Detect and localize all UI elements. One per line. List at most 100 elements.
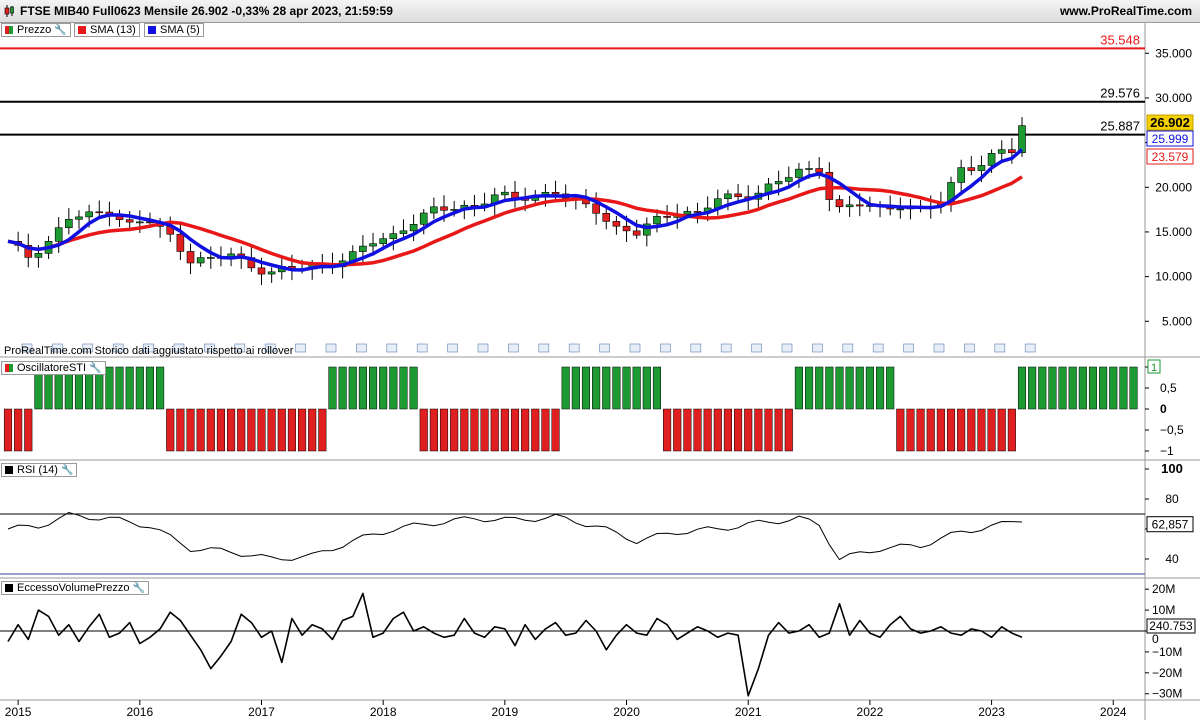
sti-bar[interactable] [987,408,996,452]
event-marker-icon[interactable] [629,343,641,353]
evp-line[interactable] [7,592,1023,697]
sti-bar[interactable] [338,366,347,410]
sti-pane[interactable]: 10,5 0 −0,5 −1 [3,359,1184,458]
rsi-line[interactable] [7,511,1023,561]
sti-bar[interactable] [480,408,489,452]
sti-bar[interactable] [135,366,144,410]
event-marker-icon[interactable] [568,343,580,353]
candle-body[interactable] [592,203,600,214]
sti-bar[interactable] [267,408,276,452]
candle-body[interactable] [359,245,367,252]
sti-bar[interactable] [622,366,631,410]
event-marker-icon[interactable] [781,343,793,353]
chart-area[interactable]: 5.00010.00015.00020.00025.00030.00035.00… [0,22,1200,720]
sti-bar[interactable] [774,408,783,452]
sti-bar[interactable] [967,408,976,452]
event-marker-icon[interactable] [964,343,975,353]
candle-body[interactable] [399,230,408,234]
sti-bar[interactable] [206,408,215,452]
sti-bar[interactable] [1058,366,1067,410]
sti-bar[interactable] [744,408,753,452]
sti-bar[interactable] [1119,366,1128,410]
candle-body[interactable] [683,211,692,215]
event-marker-icon[interactable] [599,343,610,353]
sti-bar[interactable] [734,408,743,452]
candle-body[interactable] [774,181,783,185]
sti-bar[interactable] [592,366,601,410]
wrench-icon[interactable]: 🔧 [54,25,66,36]
sti-bar[interactable] [14,408,23,452]
legend-sti[interactable]: OscillatoreSTI 🔧 [1,361,106,375]
sti-bar[interactable] [916,408,925,452]
candle-body[interactable] [409,224,418,232]
sti-bar[interactable] [1068,366,1077,410]
sti-bar[interactable] [318,408,327,452]
event-marker-icon[interactable] [325,343,337,353]
sti-bar[interactable] [216,408,225,452]
sti-bar[interactable] [460,408,469,452]
candle-body[interactable] [957,167,965,183]
wrench-icon[interactable]: 🔧 [61,465,73,476]
event-marker-icon[interactable] [416,343,428,353]
sti-bar[interactable] [1109,366,1118,410]
candle-body[interactable] [977,165,986,171]
sti-bar[interactable] [450,408,459,452]
sti-bar[interactable] [632,366,641,410]
sti-bar[interactable] [855,366,864,410]
sti-bar[interactable] [348,366,357,410]
sti-bar[interactable] [794,366,803,410]
sti-bar[interactable] [977,408,986,452]
event-marker-icon[interactable] [872,343,884,353]
sti-bar[interactable] [926,408,935,452]
candle-body[interactable] [855,204,864,207]
candle-body[interactable] [551,192,560,195]
sti-bar[interactable] [166,408,175,452]
candle-body[interactable] [501,191,509,196]
candle-body[interactable] [379,238,387,244]
wrench-icon[interactable]: 🔧 [133,583,145,594]
candle-body[interactable] [54,227,63,242]
event-marker-icon[interactable] [447,343,458,353]
candle-body[interactable] [267,271,276,275]
candle-body[interactable] [734,193,742,197]
event-marker-icon[interactable] [994,343,1006,353]
sti-bar[interactable] [105,366,114,410]
sti-bar[interactable] [186,408,195,452]
sti-bar[interactable] [145,366,155,410]
candle-body[interactable] [784,177,793,182]
sti-bar[interactable] [723,408,732,452]
wrench-icon[interactable]: 🔧 [89,363,101,374]
sti-bar[interactable] [389,366,398,410]
event-marker-icon[interactable] [477,343,489,353]
sti-bar[interactable] [703,408,712,452]
candle-body[interactable] [795,168,803,178]
event-marker-icon[interactable] [538,343,550,353]
legend-price[interactable]: Prezzo 🔧 [1,23,71,37]
sti-bar[interactable] [815,366,824,410]
candle-body[interactable] [967,167,976,171]
event-marker-icon[interactable] [660,343,671,353]
sti-bar[interactable] [1078,366,1087,410]
candle-body[interactable] [997,149,1006,154]
brand-link[interactable]: www.ProRealTime.com [1060,4,1192,18]
sti-bar[interactable] [3,408,13,452]
candle-body[interactable] [95,211,104,214]
event-marker-icon[interactable] [508,343,519,353]
candle-body[interactable] [85,211,93,218]
sti-bar[interactable] [642,366,651,410]
event-marker-icon[interactable] [356,343,367,353]
sti-bar[interactable] [612,366,621,410]
sti-bar[interactable] [419,408,428,452]
sti-bar[interactable] [358,366,367,410]
sti-bar[interactable] [439,408,449,452]
candle-body[interactable] [663,216,671,218]
sti-bar[interactable] [176,408,185,452]
sti-bar[interactable] [196,408,205,452]
candle-body[interactable] [136,221,144,224]
candle-body[interactable] [176,233,185,252]
sti-bar[interactable] [875,366,885,410]
sti-bar[interactable] [865,366,874,410]
candle-body[interactable] [125,219,134,223]
sti-bar[interactable] [652,366,662,410]
sti-bar[interactable] [957,408,966,452]
